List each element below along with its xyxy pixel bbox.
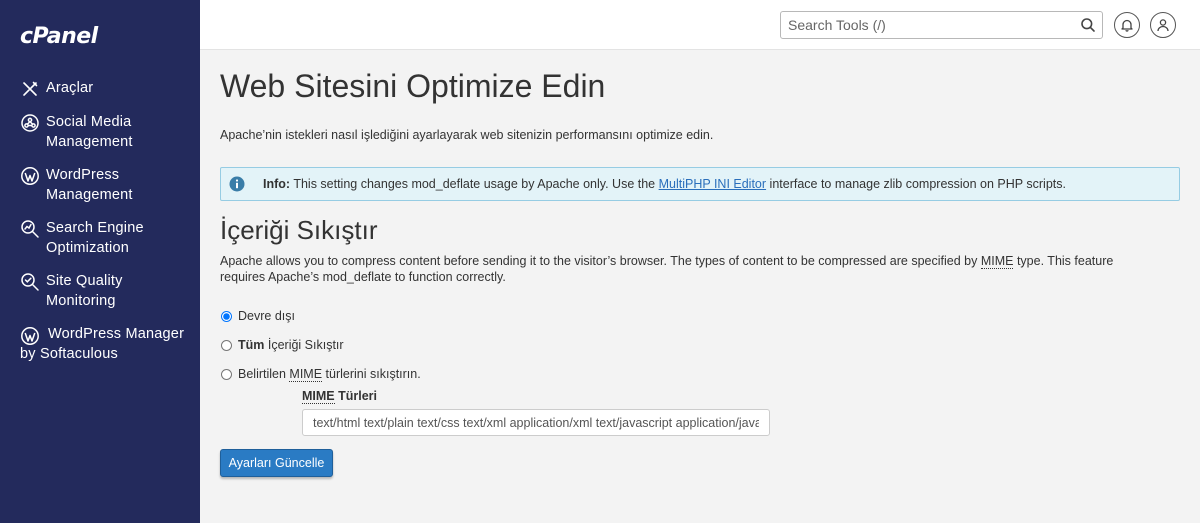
user-icon [1157, 19, 1169, 32]
sidebar-item-araclar[interactable]: Araçlar [0, 78, 200, 99]
radio-specific-before: Belirtilen [238, 367, 290, 381]
info-icon-box [221, 168, 253, 200]
sidebar-item-label: Site Quality Monitoring [46, 273, 123, 309]
radio-specific-label: Belirtilen MIME türlerini sıkıştırın. [238, 367, 421, 382]
radio-disabled[interactable] [221, 310, 232, 322]
sidebar-item-label: Search Engine Optimization [46, 220, 144, 256]
wordpress-icon [21, 167, 39, 185]
search-box[interactable] [780, 11, 1103, 39]
mime-types-label: MIME Türleri [302, 389, 378, 404]
cpanel-logo[interactable]: cPanel [20, 24, 98, 49]
radio-specific[interactable] [221, 368, 232, 380]
sidebar-item-label: WordPress Management [46, 167, 133, 203]
info-label: Info: [263, 177, 291, 191]
sidebar-item-wordpress-manager-softaculous[interactable]: WordPress Manager by Softaculous [0, 324, 200, 364]
sidebar-item-label: Araçlar [46, 80, 94, 96]
radio-all-label: Tüm İçeriği Sıkıştır [238, 338, 344, 352]
notifications-button[interactable] [1114, 12, 1140, 38]
mime-types-input[interactable] [302, 409, 770, 436]
info-text-after: interface to manage zlib compression on … [766, 177, 1066, 191]
social-media-icon [21, 114, 39, 132]
user-menu-button[interactable] [1150, 12, 1176, 38]
section-title: İçeriği Sıkıştır [220, 215, 378, 245]
mime-abbr: MIME [302, 389, 335, 404]
radio-specific-after: türlerini sıkıştırın. [322, 367, 421, 381]
radio-option-all[interactable]: Tüm İçeriği Sıkıştır [220, 338, 344, 352]
site-quality-icon [21, 273, 39, 291]
tools-icon [23, 81, 38, 96]
top-bar [200, 0, 1200, 50]
page-description: Apache’nin istekleri nasıl işlediğini ay… [220, 128, 714, 142]
section-desc-before: Apache allows you to compress content be… [220, 254, 981, 268]
sidebar: cPanel Araçlar Social Media Management W… [0, 0, 200, 523]
sidebar-item-site-quality[interactable]: Site Quality Monitoring [0, 271, 200, 311]
info-icon [229, 176, 245, 192]
radio-disabled-label: Devre dışı [238, 309, 295, 323]
bell-icon [1121, 19, 1133, 32]
mime-abbr: MIME [980, 254, 1014, 269]
multiphp-ini-editor-link[interactable]: MultiPHP INI Editor [659, 177, 766, 191]
info-callout: Info: This setting changes mod_deflate u… [220, 167, 1180, 201]
sidebar-item-social-media[interactable]: Social Media Management [0, 112, 200, 152]
radio-all-bold: Tüm [238, 338, 265, 352]
info-text: Info: This setting changes mod_deflate u… [263, 177, 1066, 191]
sidebar-item-label: WordPress Manager by Softaculous [20, 326, 185, 362]
sidebar-item-label: Social Media Management [46, 114, 133, 150]
update-settings-button[interactable]: Ayarları Güncelle [220, 449, 333, 477]
radio-all[interactable] [221, 339, 232, 351]
sidebar-item-seo[interactable]: Search Engine Optimization [0, 218, 200, 258]
sidebar-nav: Araçlar Social Media Management WordPres… [0, 78, 200, 377]
info-text-before: This setting changes mod_deflate usage b… [290, 177, 659, 191]
search-icon[interactable] [1080, 17, 1096, 33]
radio-option-specific[interactable]: Belirtilen MIME türlerini sıkıştırın. [220, 367, 421, 382]
wordpress-icon [21, 327, 39, 345]
seo-icon [21, 220, 39, 238]
search-input[interactable] [781, 12, 1071, 38]
sidebar-item-wordpress-management[interactable]: WordPress Management [0, 165, 200, 205]
mime-abbr: MIME [289, 367, 323, 382]
radio-all-rest: İçeriği Sıkıştır [264, 338, 344, 352]
radio-option-disabled[interactable]: Devre dışı [220, 309, 295, 323]
mime-label-rest: Türleri [334, 389, 378, 403]
section-description: Apache allows you to compress content be… [220, 253, 1160, 285]
page-title: Web Sitesini Optimize Edin [220, 68, 606, 104]
